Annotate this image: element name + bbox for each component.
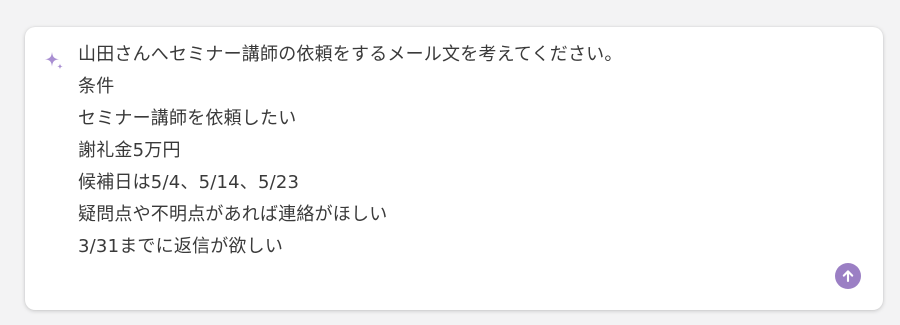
prompt-line: 3/31までに返信が欲しい — [78, 236, 284, 257]
prompt-text[interactable]: 山田さんへセミナー講師の依頼をするメール文を考えてください。 条件 セミナー講師… — [78, 39, 858, 263]
prompt-line: 候補日は5/4、5/14、5/23 — [78, 172, 300, 193]
send-button[interactable] — [835, 263, 861, 289]
sparkle-icon — [43, 49, 65, 71]
prompt-line: 条件 — [78, 76, 115, 97]
prompt-card: 山田さんへセミナー講師の依頼をするメール文を考えてください。 条件 セミナー講師… — [25, 27, 883, 310]
prompt-line: 山田さんへセミナー講師の依頼をするメール文を考えてください。 — [78, 44, 623, 65]
prompt-line: 謝礼金5万円 — [78, 140, 181, 161]
prompt-line: 疑問点や不明点があれば連絡がほしい — [78, 204, 388, 225]
prompt-line: セミナー講師を依頼したい — [78, 108, 297, 129]
arrow-up-icon — [841, 269, 855, 283]
